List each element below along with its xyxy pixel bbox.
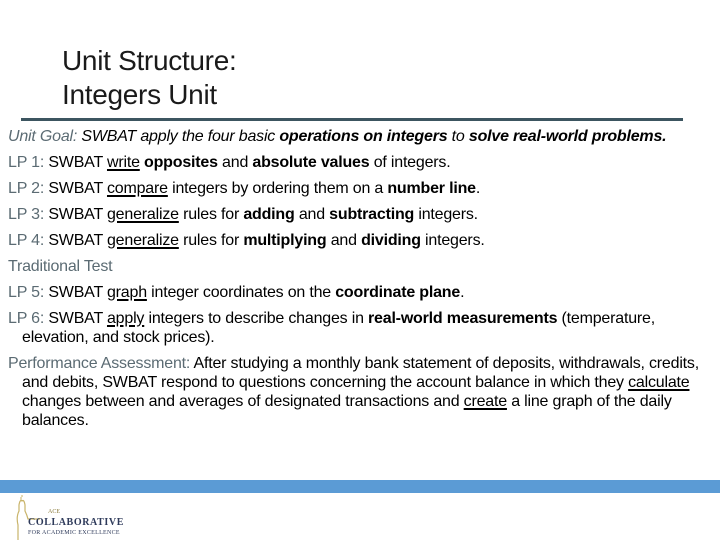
text: integer coordinates on the bbox=[146, 284, 336, 301]
bold-text: opposites bbox=[144, 154, 218, 171]
text: and bbox=[294, 206, 330, 223]
lp-5: LP 5: SWBAT graph integer coordinates on… bbox=[8, 283, 716, 302]
logo-ace-text: ACE bbox=[48, 509, 60, 515]
text: integers. bbox=[420, 232, 485, 249]
slide-title: Unit Structure: Integers Unit bbox=[62, 44, 237, 112]
logo-main-text: COLLABORATIVE bbox=[28, 517, 124, 528]
underlined-verb: create bbox=[463, 393, 507, 410]
text: SWBAT bbox=[44, 154, 107, 171]
text: and bbox=[217, 154, 253, 171]
underlined-verb: calculate bbox=[628, 374, 690, 391]
bold-text: adding bbox=[243, 206, 295, 223]
text: integers by ordering them on a bbox=[167, 180, 388, 197]
lp-2: LP 2: SWBAT compare integers by ordering… bbox=[8, 179, 716, 198]
bold-text: number line bbox=[387, 180, 476, 197]
performance-label: Performance Assessment: bbox=[8, 355, 191, 372]
traditional-test-heading: Traditional Test bbox=[8, 258, 113, 275]
underlined-verb: compare bbox=[106, 180, 168, 197]
text: rules for bbox=[178, 232, 244, 249]
text: SWBAT bbox=[44, 206, 107, 223]
lp-label: LP 6: bbox=[8, 310, 45, 327]
text: . bbox=[475, 180, 481, 197]
lp-label: LP 5: bbox=[8, 284, 45, 301]
footer-bar bbox=[0, 480, 720, 493]
text: SWBAT bbox=[44, 284, 107, 301]
text: SWBAT bbox=[44, 180, 107, 197]
text: SWBAT bbox=[44, 310, 107, 327]
title-line-2: Integers Unit bbox=[62, 79, 217, 110]
text: integers to describe changes in bbox=[144, 310, 369, 327]
bold-text: coordinate plane bbox=[335, 284, 461, 301]
underlined-verb: generalize bbox=[106, 232, 179, 249]
ace-collaborative-logo: ACE COLLABORATIVE FOR ACADEMIC EXCELLENC… bbox=[6, 495, 136, 540]
underlined-verb: generalize bbox=[106, 206, 179, 223]
performance-assessment: Performance Assessment: After studying a… bbox=[8, 354, 716, 430]
slide-body: Unit Goal: SWBAT apply the four basic op… bbox=[8, 127, 716, 437]
lp-label: LP 1: bbox=[8, 154, 45, 171]
bold-text: real-world measurements bbox=[368, 310, 558, 327]
lp-4: LP 4: SWBAT generalize rules for multipl… bbox=[8, 231, 716, 250]
text: SWBAT apply the four basic bbox=[77, 128, 280, 145]
underlined-verb: graph bbox=[106, 284, 147, 301]
bold-text: absolute values bbox=[252, 154, 370, 171]
title-line-1: Unit Structure: bbox=[62, 45, 237, 76]
bold-text: multiplying bbox=[243, 232, 327, 249]
text: changes between and averages of designat… bbox=[22, 393, 464, 410]
unit-goal-label: Unit Goal: bbox=[8, 128, 78, 145]
bold-text: dividing bbox=[361, 232, 421, 249]
lp-1: LP 1: SWBAT write opposites and absolute… bbox=[8, 153, 716, 172]
text: . bbox=[662, 128, 667, 145]
text: and bbox=[326, 232, 362, 249]
lp-label: LP 2: bbox=[8, 180, 45, 197]
bold-text: subtracting bbox=[329, 206, 415, 223]
text: integers. bbox=[414, 206, 478, 223]
title-divider bbox=[21, 118, 683, 121]
lp-3: LP 3: SWBAT generalize rules for adding … bbox=[8, 205, 716, 224]
lp-6: LP 6: SWBAT apply integers to describe c… bbox=[8, 309, 716, 347]
underlined-verb: apply bbox=[106, 310, 145, 327]
text: of integers. bbox=[369, 154, 451, 171]
text: SWBAT bbox=[44, 232, 107, 249]
lp-label: LP 3: bbox=[8, 206, 45, 223]
text: to bbox=[447, 128, 469, 145]
unit-goal: Unit Goal: SWBAT apply the four basic op… bbox=[8, 127, 716, 146]
bold-text: solve real-world problems bbox=[468, 128, 663, 145]
lp-label: LP 4: bbox=[8, 232, 45, 249]
bold-text: operations on integers bbox=[279, 128, 448, 145]
text: rules for bbox=[178, 206, 244, 223]
text: . bbox=[460, 284, 465, 301]
underlined-verb: write bbox=[106, 154, 140, 171]
logo-sub-text: FOR ACADEMIC EXCELLENCE bbox=[28, 530, 120, 536]
